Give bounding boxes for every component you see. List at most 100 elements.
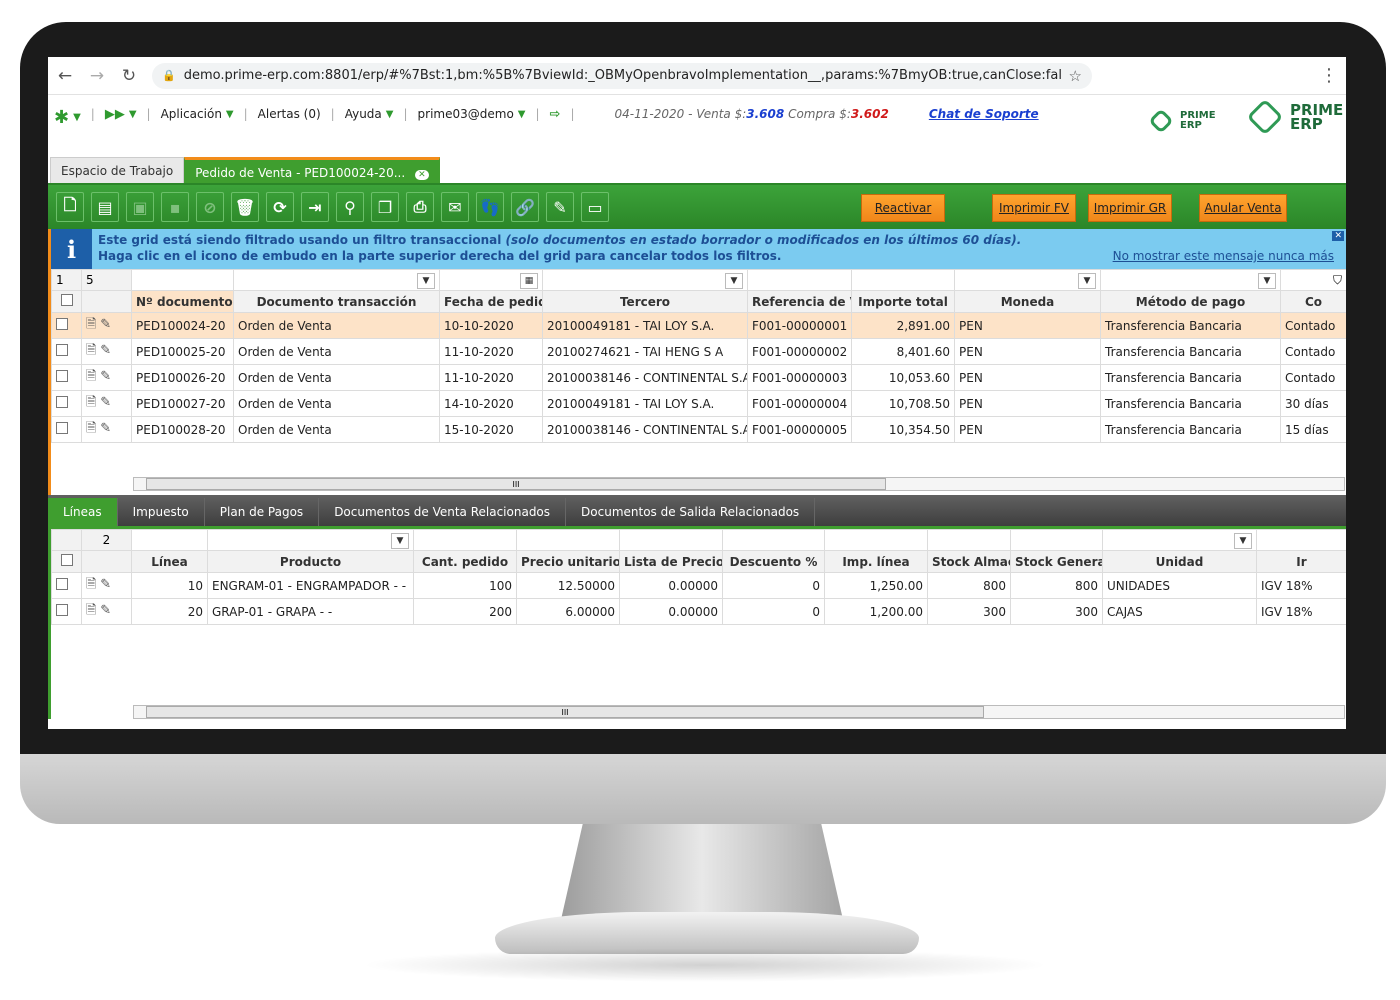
- document-icon[interactable]: 🗎: [86, 343, 96, 358]
- logout-button[interactable]: ⇨: [550, 107, 561, 122]
- col-header[interactable]: Línea: [131, 550, 208, 573]
- table-row[interactable]: 🗎 ✎ PED100025-20 Orden de Venta 11-10-2020 2…: [51, 338, 1346, 365]
- reactivar-button[interactable]: Reactivar: [861, 194, 945, 222]
- pencil-icon[interactable]: ✎: [100, 343, 111, 358]
- row-checkbox[interactable]: [51, 598, 82, 625]
- document-icon[interactable]: 🗎: [86, 395, 96, 410]
- filter-cell[interactable]: ▼: [1102, 529, 1257, 551]
- horizontal-scrollbar[interactable]: III: [133, 705, 1345, 719]
- row-checkbox[interactable]: [51, 416, 82, 443]
- document-icon[interactable]: 🗎: [86, 317, 96, 332]
- back-arrow-icon[interactable]: ←: [56, 66, 74, 86]
- filter-cell[interactable]: [619, 529, 723, 551]
- col-header[interactable]: Imp. línea: [824, 550, 928, 573]
- table-row[interactable]: 🗎 ✎ 10 ENGRAM-01 - ENGRAMPADOR - -100 12.50…: [51, 572, 1346, 599]
- filter-cell[interactable]: ▦: [439, 269, 543, 291]
- chevron-down-icon[interactable]: ▼: [417, 272, 435, 289]
- aplicacion-menu[interactable]: Aplicación ▼: [161, 107, 234, 121]
- pencil-icon[interactable]: ✎: [100, 421, 111, 436]
- chevron-down-icon[interactable]: ▼: [1078, 272, 1096, 289]
- anular-venta-button[interactable]: Anular Venta: [1199, 194, 1287, 222]
- row-checkbox[interactable]: [51, 390, 82, 417]
- col-header[interactable]: Fecha de pedido: [439, 290, 543, 313]
- col-header[interactable]: Documento transacción: [233, 290, 440, 313]
- filter-cell[interactable]: [1010, 529, 1103, 551]
- imprimir-fv-button[interactable]: Imprimir FV: [992, 194, 1076, 222]
- filter-cell[interactable]: ▼: [1100, 269, 1281, 291]
- row-checkbox[interactable]: [51, 572, 82, 599]
- link-icon[interactable]: 🔗: [511, 192, 539, 222]
- pencil-icon[interactable]: ✎: [100, 369, 111, 384]
- save-close-icon[interactable]: ▪: [161, 192, 189, 222]
- col-header[interactable]: Descuento %: [722, 550, 825, 573]
- filter-cell[interactable]: ▼: [542, 269, 748, 291]
- customize-icon[interactable]: ✎: [546, 192, 574, 222]
- col-header[interactable]: Co: [1280, 290, 1346, 313]
- table-row[interactable]: 🗎 ✎ PED100028-20 Orden de Venta 15-10-2020 2…: [51, 416, 1346, 443]
- filter-cell[interactable]: [851, 269, 955, 291]
- filter-cell[interactable]: [927, 529, 1011, 551]
- copy-icon[interactable]: ❐: [371, 192, 399, 222]
- subtab-0[interactable]: Líneas: [48, 498, 118, 526]
- save-icon[interactable]: ▣: [126, 192, 154, 222]
- subtab-3[interactable]: Documentos de Venta Relacionados: [319, 498, 567, 526]
- row-checkbox[interactable]: [51, 338, 82, 365]
- undo-icon[interactable]: ⊘: [196, 192, 224, 222]
- filter-cell[interactable]: ▼: [233, 269, 440, 291]
- user-menu[interactable]: prime03@demo ▼: [418, 107, 526, 121]
- chevron-down-icon[interactable]: ▼: [725, 272, 743, 289]
- tab-pedido-de-venta[interactable]: Pedido de Venta - PED100024-20... ✕: [184, 157, 440, 183]
- email-icon[interactable]: ✉: [441, 192, 469, 222]
- print-icon[interactable]: ⎙: [406, 192, 434, 222]
- chevron-down-icon[interactable]: ▼: [1234, 532, 1252, 549]
- attachment-icon[interactable]: ⚲: [336, 192, 364, 222]
- ayuda-menu[interactable]: Ayuda ▼: [345, 107, 394, 121]
- refresh-icon[interactable]: ⟳: [266, 192, 294, 222]
- filter-cell[interactable]: [1256, 529, 1346, 551]
- reload-icon[interactable]: ↻: [120, 66, 138, 86]
- close-icon[interactable]: ✕: [415, 170, 429, 180]
- calendar-icon[interactable]: ▦: [520, 272, 538, 289]
- audit-trail-icon[interactable]: 👣: [476, 192, 504, 222]
- scroll-thumb[interactable]: III: [146, 706, 984, 718]
- funnel-icon[interactable]: ⛉: [1280, 269, 1346, 291]
- col-header[interactable]: Método de pago: [1100, 290, 1281, 313]
- col-header[interactable]: Precio unitario: [516, 550, 620, 573]
- forward-arrow-icon[interactable]: →: [88, 66, 106, 86]
- quick-launch-menu[interactable]: ✱ ▼: [54, 107, 81, 128]
- table-row[interactable]: 🗎 ✎ 20 GRAP-01 - GRAPA - -200 6.00000 0.0000…: [51, 598, 1346, 625]
- export-icon[interactable]: ⇥: [301, 192, 329, 222]
- chevron-down-icon[interactable]: ▼: [391, 532, 409, 549]
- document-icon[interactable]: 🗎: [86, 577, 96, 592]
- filter-cell[interactable]: [722, 529, 825, 551]
- col-header[interactable]: Tercero: [542, 290, 748, 313]
- close-icon[interactable]: ✕: [1332, 231, 1344, 241]
- horizontal-scrollbar[interactable]: III: [133, 477, 1345, 491]
- no-mostrar-link[interactable]: No mostrar este mensaje nunca más: [1113, 249, 1334, 263]
- star-icon[interactable]: ☆: [1069, 67, 1082, 85]
- layout-icon[interactable]: ▭: [581, 192, 609, 222]
- pencil-icon[interactable]: ✎: [100, 577, 111, 592]
- col-header[interactable]: Moneda: [954, 290, 1101, 313]
- address-bar[interactable]: 🔒 demo.prime-erp.com:8801/erp/#%7Bst:1,b…: [152, 62, 1092, 89]
- row-checkbox[interactable]: [51, 312, 82, 339]
- scroll-thumb[interactable]: III: [146, 478, 886, 490]
- subtab-4[interactable]: Documentos de Salida Relacionados: [566, 498, 816, 526]
- col-header[interactable]: Unidad: [1102, 550, 1257, 573]
- subtab-2[interactable]: Plan de Pagos: [205, 498, 320, 526]
- col-header[interactable]: Lista de Precio Neto: [619, 550, 723, 573]
- new-document-icon[interactable]: 🗋: [56, 192, 84, 222]
- document-icon[interactable]: 🗎: [86, 369, 96, 384]
- filter-cell[interactable]: [131, 529, 208, 551]
- filter-cell[interactable]: [824, 529, 928, 551]
- chevron-down-icon[interactable]: ▼: [1258, 272, 1276, 289]
- delete-icon[interactable]: 🗑: [231, 192, 259, 222]
- col-header[interactable]: Stock Almacén: [927, 550, 1011, 573]
- subtab-1[interactable]: Impuesto: [118, 498, 205, 526]
- pencil-icon[interactable]: ✎: [100, 603, 111, 618]
- col-header[interactable]: Nº documento ▲: [131, 290, 234, 313]
- new-row-icon[interactable]: ▤: [91, 192, 119, 222]
- recent-menu[interactable]: ▶▶ ▼: [105, 107, 137, 122]
- chat-soporte-link[interactable]: Chat de Soporte: [929, 107, 1039, 121]
- col-header[interactable]: Referencia de Venta: [747, 290, 852, 313]
